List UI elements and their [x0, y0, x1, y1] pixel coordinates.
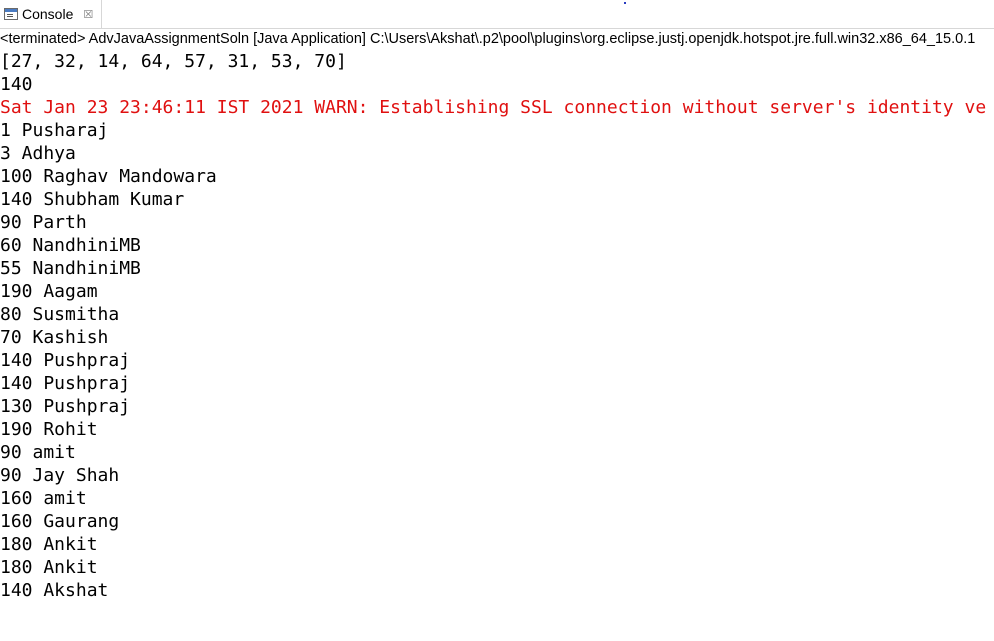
console-icon — [4, 8, 18, 20]
console-output-line: 180 Ankit — [0, 557, 98, 578]
console-output-line: 70 Kashish — [0, 327, 109, 348]
close-icon[interactable]: ☒ — [83, 9, 93, 20]
console-output-line: 90 Jay Shah — [0, 465, 120, 486]
console-output-line: 140 — [0, 74, 33, 95]
console-output-line: 80 Susmitha — [0, 304, 120, 325]
console-output-line: 90 amit — [0, 442, 76, 463]
console-output-line: 140 Akshat — [0, 580, 109, 601]
console-output-line: 140 Pushpraj — [0, 373, 131, 394]
console-tab[interactable]: Console ☒ — [0, 0, 103, 28]
console-output-line: 160 amit — [0, 488, 87, 509]
view-tab-bar: Console ☒ — [0, 0, 994, 29]
console-output-line: 55 NandhiniMB — [0, 258, 141, 279]
console-tab-label: Console — [22, 6, 74, 22]
console-output-line: 140 Pushpraj — [0, 350, 131, 371]
console-error-line: Sat Jan 23 23:46:11 IST 2021 WARN: Estab… — [0, 97, 987, 118]
console-output-line: 180 Ankit — [0, 534, 98, 555]
console-output-line: 60 NandhiniMB — [0, 235, 141, 256]
process-status-line: <terminated> AdvJavaAssignmentSoln [Java… — [0, 31, 976, 47]
console-output-line: [27, 32, 14, 64, 57, 31, 53, 70] — [0, 51, 347, 72]
console-output-line: 3 Adhya — [0, 143, 76, 164]
console-output-line: 190 Rohit — [0, 419, 98, 440]
console-output-line: 160 Gaurang — [0, 511, 120, 532]
console-output-line: 90 Parth — [0, 212, 87, 233]
console-output-line: 140 Shubham Kumar — [0, 189, 185, 210]
indicator-dot — [624, 2, 626, 4]
console-output-line: 130 Pushpraj — [0, 396, 131, 417]
console-output-line: 1 Pusharaj — [0, 120, 109, 141]
console-output[interactable]: [27, 32, 14, 64, 57, 31, 53, 70] 140 Sat J… — [0, 50, 994, 641]
console-output-line: 100 Raghav Mandowara — [0, 166, 217, 187]
console-output-line: 190 Aagam — [0, 281, 98, 302]
